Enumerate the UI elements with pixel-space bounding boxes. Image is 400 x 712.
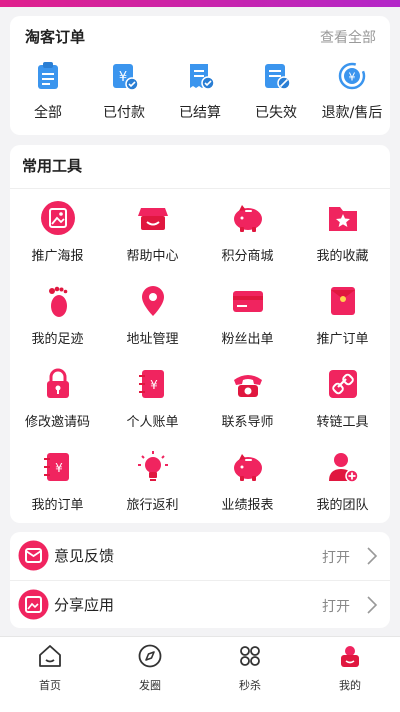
chevron-right-icon [367, 547, 378, 565]
tool-label: 地址管理 [126, 332, 179, 347]
link-icon [328, 370, 357, 398]
tool-favorites[interactable]: 我的收藏 [295, 197, 390, 280]
tool-label: 我的收藏 [316, 249, 369, 264]
location-pin-icon [141, 286, 164, 316]
yuan-paid-icon: ¥ [113, 64, 139, 91]
tab-moments[interactable]: 发圈 [100, 637, 200, 712]
tool-change-invite-code[interactable]: 修改邀请码 [10, 363, 105, 446]
piggy-bank-icon [233, 454, 262, 481]
telephone-icon [233, 375, 262, 397]
orders-title: 淘客订单 [25, 28, 86, 46]
order-book-icon: ¥ [43, 453, 69, 481]
tool-label: 联系导师 [221, 415, 274, 430]
store-icon [137, 208, 168, 230]
tool-personal-bill[interactable]: ¥ 个人账单 [105, 363, 200, 446]
tab-label: 我的 [339, 679, 361, 692]
chevron-right-icon [367, 596, 378, 614]
tab-home[interactable]: 首页 [0, 637, 100, 712]
tools-title: 常用工具 [22, 157, 83, 175]
tab-flash-sale[interactable]: 秒杀 [200, 637, 300, 712]
tool-label: 推广订单 [316, 332, 369, 347]
tool-label: 推广海报 [31, 249, 84, 264]
envelope-icon [330, 287, 355, 315]
star-folder-icon [328, 207, 357, 231]
tool-performance-report[interactable]: 业绩报表 [200, 446, 295, 529]
tool-footprints[interactable]: 我的足迹 [10, 280, 105, 363]
tool-promo-orders[interactable]: 推广订单 [295, 280, 390, 363]
poster-icon [40, 201, 75, 235]
feedback-row[interactable]: 意见反馈 打开 [10, 532, 390, 580]
tool-label: 修改邀请码 [24, 415, 90, 430]
invalid-doc-icon [265, 64, 291, 90]
actions-card: 意见反馈 打开 分享应用 打开 [10, 532, 390, 628]
svg-text:¥: ¥ [55, 461, 63, 475]
tab-profile[interactable]: 我的 [300, 637, 400, 712]
tab-label: 首页 [39, 679, 61, 692]
tool-my-orders[interactable]: ¥ 我的订单 [10, 446, 105, 529]
lock-icon [46, 368, 69, 398]
tool-label: 积分商城 [221, 249, 274, 264]
order-label: 已失效 [255, 105, 297, 121]
tab-label: 发圈 [139, 679, 161, 692]
top-gradient-bar [0, 0, 400, 7]
tool-help-center[interactable]: 帮助中心 [105, 197, 200, 280]
tool-address[interactable]: 地址管理 [105, 280, 200, 363]
card-icon [232, 291, 263, 312]
order-item-all[interactable]: 全部 [10, 58, 86, 128]
refund-icon: ¥ [338, 62, 366, 90]
order-item-refund[interactable]: ¥ 退款/售后 [314, 58, 390, 128]
tool-label: 个人账单 [126, 415, 179, 430]
order-label: 已付款 [103, 105, 145, 121]
tool-label: 转链工具 [316, 415, 369, 430]
profile-icon [341, 646, 359, 667]
svg-text:¥: ¥ [150, 378, 158, 392]
tool-points-mall[interactable]: 积分商城 [200, 197, 295, 280]
tool-label: 我的订单 [31, 498, 84, 513]
receipt-check-icon [190, 64, 215, 90]
orders-card: 淘客订单 查看全部 全部 ¥ 已付款 已结算 已失效 ¥ 退款/售后 [10, 16, 390, 135]
tool-label: 旅行返利 [126, 498, 179, 513]
tool-contact-mentor[interactable]: 联系导师 [200, 363, 295, 446]
tool-label: 粉丝出单 [221, 332, 274, 347]
share-app-label: 分享应用 [54, 596, 115, 614]
tool-fan-orders[interactable]: 粉丝出单 [200, 280, 295, 363]
tool-my-team[interactable]: 我的团队 [295, 446, 390, 529]
tool-label: 帮助中心 [126, 249, 179, 264]
feedback-icon [18, 540, 49, 571]
clipboard-icon [38, 62, 58, 89]
view-all-link[interactable]: 查看全部 [320, 27, 376, 47]
tab-label: 秒杀 [239, 679, 261, 692]
tool-label: 我的团队 [316, 498, 369, 513]
tool-link-converter[interactable]: 转链工具 [295, 363, 390, 446]
order-item-invalid[interactable]: 已失效 [238, 58, 314, 128]
open-link: 打开 [322, 550, 350, 566]
share-image-icon [18, 589, 49, 620]
order-item-settled[interactable]: 已结算 [162, 58, 238, 128]
open-link: 打开 [322, 599, 350, 615]
compass-icon [138, 644, 162, 668]
tool-grid: 推广海报 帮助中心 积分商城 我的收藏 我的足迹 地址管理 粉丝出单 推广订单 … [10, 197, 390, 529]
notebook-yuan-icon: ¥ [138, 370, 164, 398]
home-icon [39, 645, 61, 667]
divider [10, 188, 390, 189]
tools-card: 常用工具 推广海报 帮助中心 积分商城 我的收藏 我的足迹 地址管理 粉丝出单 … [10, 145, 390, 523]
order-label: 退款/售后 [321, 105, 383, 121]
command-icon [240, 646, 260, 666]
tool-label: 我的足迹 [31, 332, 84, 347]
lightbulb-icon [137, 451, 168, 481]
bottom-tab-bar: 首页 发圈 秒杀 我的 [0, 636, 400, 712]
order-label: 已结算 [179, 105, 221, 121]
footprint-icon [48, 286, 67, 317]
share-app-row[interactable]: 分享应用 打开 [10, 580, 390, 629]
tool-label: 业绩报表 [221, 498, 274, 513]
piggy-bank-icon [233, 205, 262, 232]
tool-travel-rebate[interactable]: 旅行返利 [105, 446, 200, 529]
add-user-icon [328, 453, 359, 483]
order-item-paid[interactable]: ¥ 已付款 [86, 58, 162, 128]
tool-poster[interactable]: 推广海报 [10, 197, 105, 280]
svg-text:¥: ¥ [349, 71, 356, 84]
order-status-row: 全部 ¥ 已付款 已结算 已失效 ¥ 退款/售后 [10, 58, 390, 128]
feedback-label: 意见反馈 [54, 547, 115, 565]
order-label: 全部 [34, 105, 62, 121]
